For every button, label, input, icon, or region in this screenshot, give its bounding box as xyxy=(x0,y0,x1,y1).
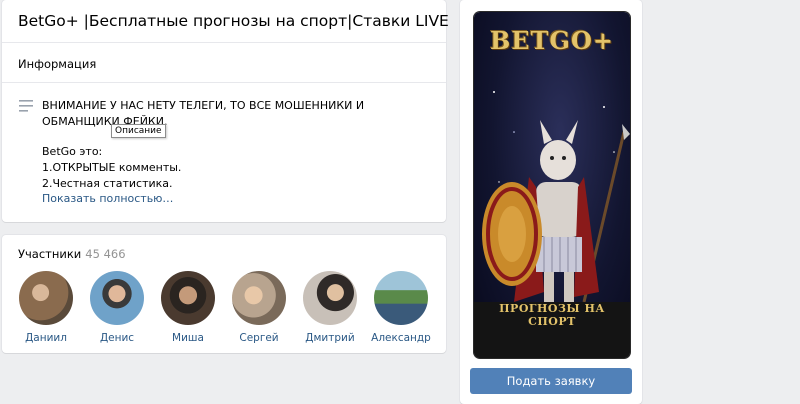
member-item[interactable]: Дмитрий xyxy=(302,271,358,344)
avatar[interactable] xyxy=(232,271,286,325)
description-line: 1.ОТКРЫТЫЕ комменты. xyxy=(42,161,182,174)
member-name[interactable]: Сергей xyxy=(219,332,299,344)
group-side-card: BETGO+ ПРОГНОЗЫ НА СПОРТ Подать заявку xyxy=(460,0,642,404)
description-lines-icon xyxy=(19,100,33,112)
show-more-link[interactable]: Показать полностью… xyxy=(42,192,173,205)
tooltip: Описание xyxy=(111,124,166,138)
avatar[interactable] xyxy=(161,271,215,325)
poster-caption: ПРОГНОЗЫ НА СПОРТ xyxy=(499,302,605,328)
member-item[interactable]: Александр xyxy=(371,271,431,344)
member-item[interactable]: Сергей xyxy=(231,271,287,344)
member-item[interactable]: Даниил xyxy=(18,271,74,344)
member-name[interactable]: Дмитрий xyxy=(290,332,370,344)
members-label: Участники xyxy=(18,247,82,261)
members-count: 45 466 xyxy=(85,247,126,261)
description-line: BetGo это: xyxy=(42,145,103,158)
description-line: 2.Честная статистика. xyxy=(42,177,173,190)
avatar[interactable] xyxy=(303,271,357,325)
member-name[interactable]: Александр xyxy=(361,332,441,344)
member-item[interactable]: Денис xyxy=(89,271,145,344)
avatar[interactable] xyxy=(374,271,428,325)
members-header[interactable]: Участники 45 466 xyxy=(18,247,126,261)
divider xyxy=(2,42,446,43)
member-name[interactable]: Даниил xyxy=(6,332,86,344)
member-item[interactable]: Миша xyxy=(160,271,216,344)
description-warning: ВНИМАНИЕ У НАС НЕТУ ТЕЛЕГИ, ТО ВСЕ МОШЕН… xyxy=(42,99,365,128)
group-info-card: BetGo+ |Бесплатные прогнозы на спорт|Ста… xyxy=(2,0,449,222)
group-title: BetGo+ |Бесплатные прогнозы на спорт|Ста… xyxy=(18,12,449,30)
members-card: Участники 45 466 Даниил Денис Миша Сергей… xyxy=(2,235,446,353)
submit-request-button[interactable]: Подать заявку xyxy=(470,368,632,394)
member-name[interactable]: Денис xyxy=(77,332,157,344)
avatar[interactable] xyxy=(90,271,144,325)
info-section-label: Информация xyxy=(18,57,97,71)
divider xyxy=(2,82,446,83)
group-cover-image[interactable]: BETGO+ ПРОГНОЗЫ НА СПОРТ xyxy=(474,12,630,358)
avatar[interactable] xyxy=(19,271,73,325)
member-name[interactable]: Миша xyxy=(148,332,228,344)
